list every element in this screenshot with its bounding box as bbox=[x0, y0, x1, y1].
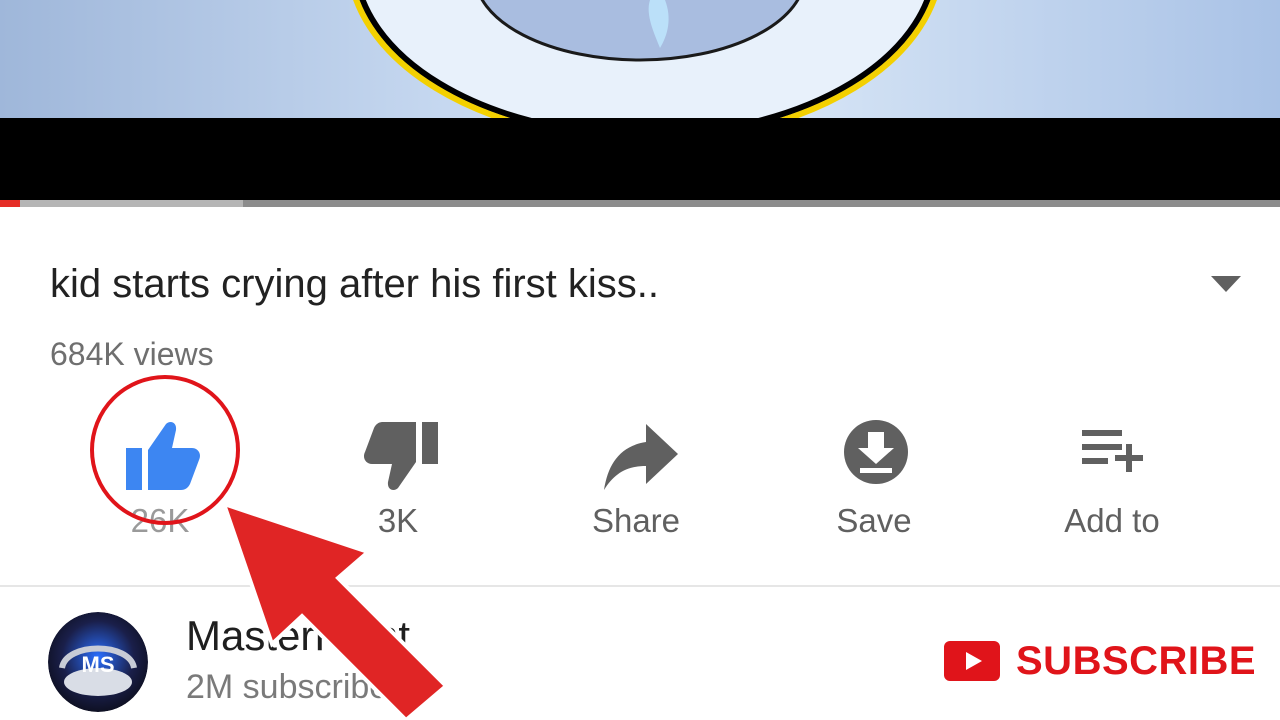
progress-buffered bbox=[0, 200, 244, 207]
svg-text:MS: MS bbox=[82, 652, 115, 677]
save-label: Save bbox=[836, 502, 912, 539]
progress-played bbox=[0, 200, 21, 207]
video-title[interactable]: kid starts crying after his first kiss.. bbox=[50, 262, 659, 307]
divider bbox=[0, 585, 1280, 587]
share-button[interactable]: Share bbox=[536, 410, 736, 550]
playlist-add-icon bbox=[1080, 424, 1160, 504]
add-to-label: Add to bbox=[1064, 502, 1160, 539]
video-player[interactable] bbox=[0, 0, 1280, 205]
youtube-play-icon bbox=[944, 641, 1000, 681]
channel-avatar[interactable]: MS bbox=[48, 612, 148, 712]
save-button[interactable]: Save bbox=[774, 410, 974, 550]
thumbs-down-icon bbox=[362, 418, 442, 498]
subscribe-button[interactable]: SUBSCRIBE bbox=[944, 636, 1256, 686]
share-label: Share bbox=[591, 502, 681, 539]
video-progress-bar[interactable] bbox=[0, 200, 1280, 207]
red-arrow-annotation bbox=[220, 500, 449, 720]
add-to-button[interactable]: Add to bbox=[1012, 410, 1212, 550]
video-frame bbox=[0, 0, 1280, 118]
view-count: 684K views bbox=[50, 336, 214, 372]
expand-description-icon[interactable] bbox=[1208, 272, 1244, 296]
subscribe-label: SUBSCRIBE bbox=[1016, 638, 1257, 683]
share-icon bbox=[602, 418, 682, 498]
download-icon bbox=[840, 418, 920, 498]
